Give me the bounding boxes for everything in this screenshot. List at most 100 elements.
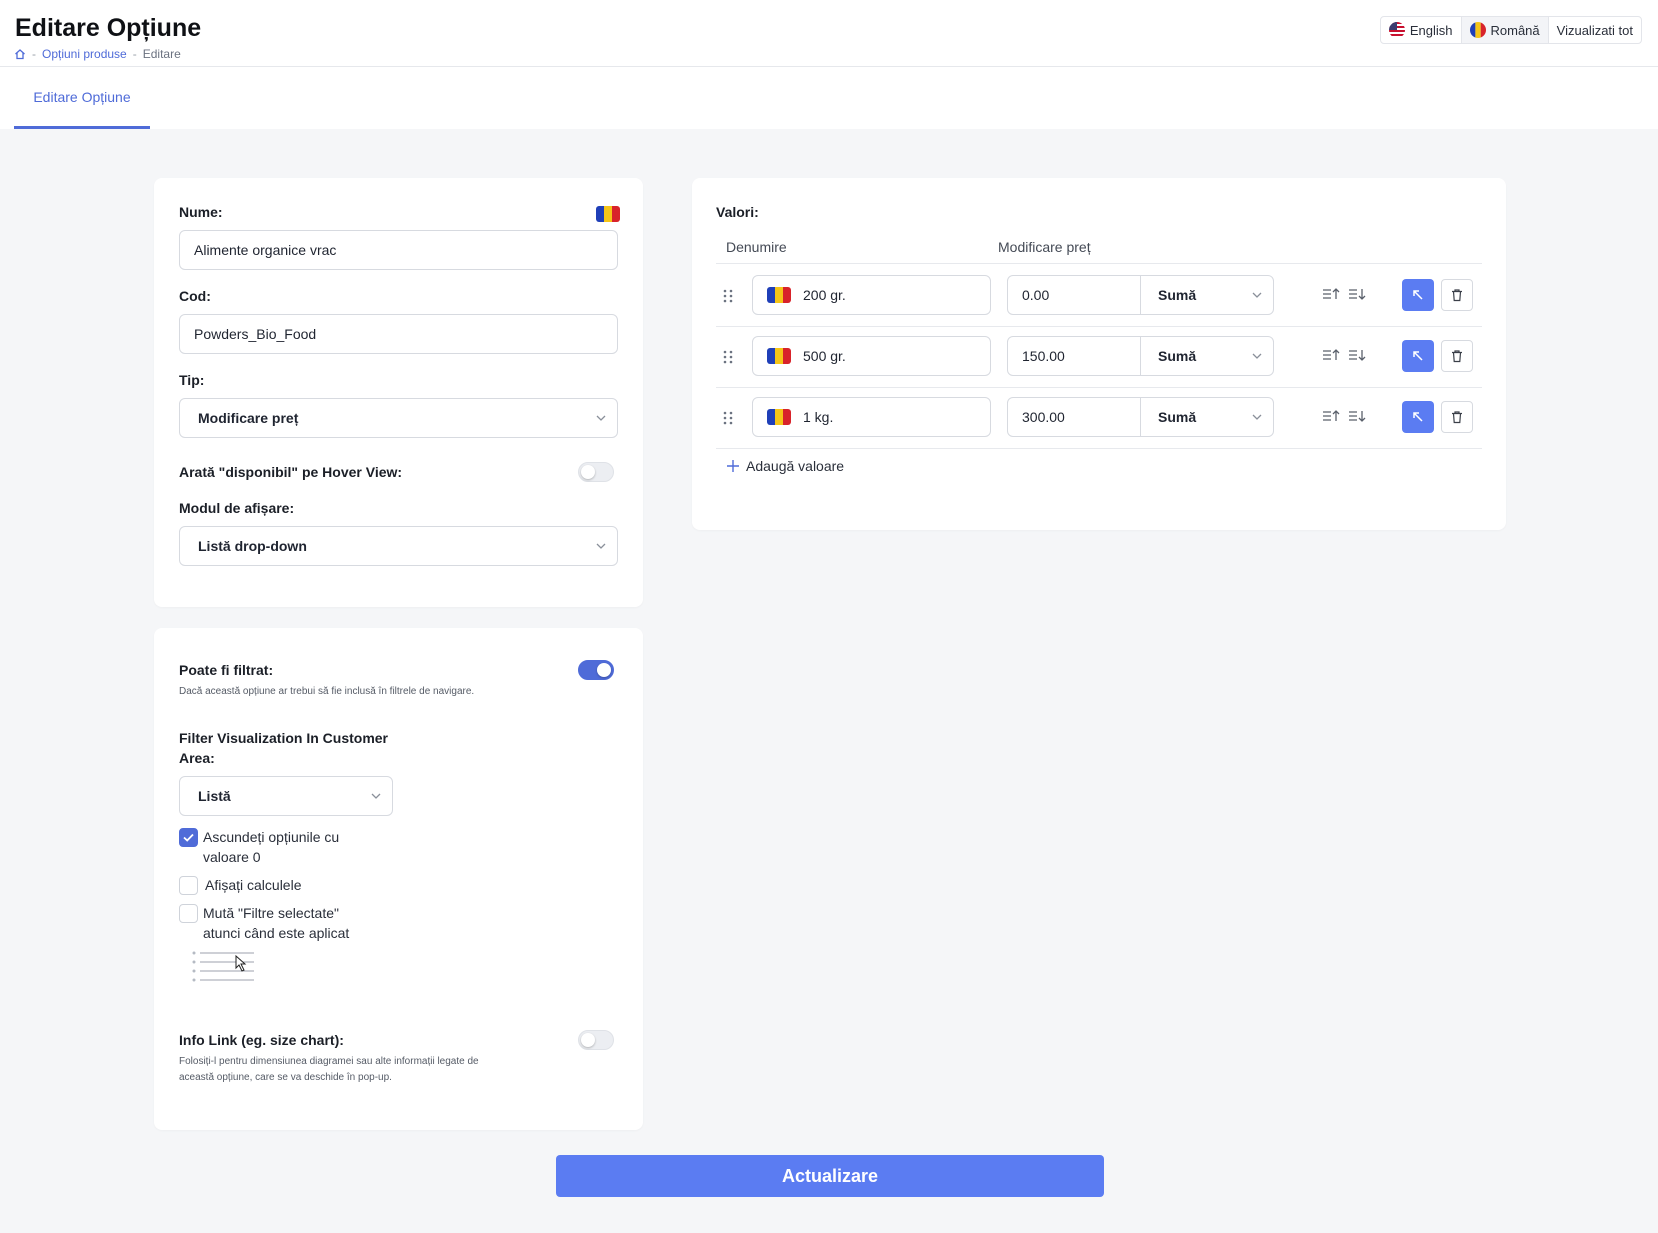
- delete-value-button[interactable]: [1441, 340, 1473, 372]
- filter-settings-card: Poate fi filtrat: Dacă această opțiune a…: [154, 628, 643, 1130]
- arrow-up-left-icon: [1413, 412, 1423, 422]
- sort-descending-icon[interactable]: [1348, 347, 1366, 363]
- trash-icon: [1452, 289, 1462, 302]
- sort-ascending-icon[interactable]: [1322, 347, 1340, 363]
- ro-flag-icon: [767, 287, 791, 303]
- ro-flag-icon[interactable]: [596, 206, 620, 222]
- filter-visualization-label-1: Filter Visualization In Customer: [179, 730, 389, 746]
- price-type-value: Sumă: [1158, 409, 1197, 425]
- chevron-down-icon: [596, 415, 606, 421]
- chevron-down-icon: [1252, 353, 1262, 359]
- divider: [716, 326, 1482, 327]
- column-price-header: Modificare preț: [998, 239, 1091, 255]
- values-title: Valori:: [716, 204, 759, 220]
- hide-zero-label-2: valoare 0: [203, 849, 261, 865]
- breadcrumb-options[interactable]: Opțiuni produse: [42, 47, 127, 61]
- value-name-input[interactable]: 1 kg.: [752, 397, 991, 437]
- info-link-help-2: această opțiune, care se va deschide în …: [179, 1072, 392, 1083]
- value-name-text: 200 gr.: [803, 287, 846, 303]
- ro-flag-icon: [1469, 22, 1486, 38]
- name-label: Nume:: [179, 204, 223, 220]
- value-name-input[interactable]: 200 gr.: [752, 275, 991, 315]
- top-bar: Editare Opțiune - Opțiuni produse - Edit…: [0, 0, 1658, 67]
- sort-ascending-icon[interactable]: [1322, 408, 1340, 424]
- value-name-text: 1 kg.: [803, 409, 834, 425]
- delete-value-button[interactable]: [1441, 401, 1473, 433]
- sort-descending-icon[interactable]: [1348, 408, 1366, 424]
- drag-handle-icon[interactable]: [723, 350, 733, 364]
- display-mode-value: Listă drop-down: [198, 538, 307, 554]
- lang-romana-button[interactable]: Română: [1461, 17, 1549, 43]
- move-value-button[interactable]: [1402, 279, 1434, 311]
- type-label: Tip:: [179, 372, 205, 388]
- code-input[interactable]: Powders_Bio_Food: [179, 314, 618, 354]
- chevron-down-icon: [596, 543, 606, 549]
- arrow-up-left-icon: [1413, 290, 1423, 300]
- home-icon[interactable]: [14, 48, 26, 60]
- price-amount-input[interactable]: 150.00: [1008, 337, 1141, 375]
- type-select[interactable]: Modificare preț: [179, 398, 618, 438]
- price-amount-input[interactable]: 300.00: [1008, 398, 1141, 436]
- show-calculations-checkbox[interactable]: [179, 876, 198, 895]
- filter-visualization-select[interactable]: Listă: [179, 776, 393, 816]
- add-value-label: Adaugă valoare: [746, 458, 845, 474]
- show-calculations-label: Afișați calculele: [205, 877, 302, 893]
- trash-icon: [1452, 411, 1462, 424]
- page-title: Editare Opțiune: [15, 14, 202, 42]
- filter-visualization-label-2: Area:: [179, 750, 215, 766]
- hide-zero-label-1: Ascundeți opțiunile cu: [203, 829, 340, 845]
- breadcrumb-separator: -: [32, 47, 36, 61]
- divider: [716, 263, 1482, 264]
- value-name-input[interactable]: 500 gr.: [752, 336, 991, 376]
- hover-view-label: Arată "disponibil" pe Hover View:: [179, 464, 403, 480]
- filterable-label: Poate fi filtrat:: [179, 662, 274, 678]
- filterable-toggle[interactable]: [578, 660, 614, 680]
- view-all-button[interactable]: Vizualizati tot: [1549, 17, 1641, 43]
- column-name-header: Denumire: [726, 239, 787, 255]
- lang-english-label: English: [1409, 22, 1453, 38]
- price-modifier-group: 0.00 Sumă: [1007, 275, 1274, 315]
- sort-ascending-icon[interactable]: [1322, 286, 1340, 302]
- info-link-toggle[interactable]: [578, 1030, 614, 1050]
- price-type-value: Sumă: [1158, 287, 1197, 303]
- check-icon: [183, 833, 194, 842]
- delete-value-button[interactable]: [1441, 279, 1473, 311]
- breadcrumb-current: Editare: [142, 47, 181, 61]
- update-button[interactable]: Actualizare: [556, 1155, 1104, 1197]
- type-select-value: Modificare preț: [198, 410, 299, 426]
- sort-descending-icon[interactable]: [1348, 286, 1366, 302]
- chevron-down-icon: [1252, 292, 1262, 298]
- hover-view-toggle[interactable]: [578, 462, 614, 482]
- lang-romana-label: Română: [1490, 22, 1540, 38]
- move-value-button[interactable]: [1402, 340, 1434, 372]
- name-input[interactable]: Alimente organice vrac: [179, 230, 618, 270]
- price-modifier-group: 300.00 Sumă: [1007, 397, 1274, 437]
- add-value-button[interactable]: Adaugă valoare: [726, 458, 844, 474]
- lang-english-button[interactable]: English: [1381, 17, 1462, 43]
- language-switcher: English Română Vizualizati tot: [1379, 16, 1642, 44]
- info-link-help-1: Folosiți-l pentru dimensiunea diagramei …: [179, 1056, 479, 1067]
- price-type-value: Sumă: [1158, 348, 1197, 364]
- price-type-select[interactable]: Sumă: [1141, 276, 1273, 314]
- ro-flag-icon: [767, 348, 791, 364]
- move-selected-filters-label-2: atunci când este aplicat: [203, 925, 350, 941]
- price-type-select[interactable]: Sumă: [1141, 337, 1273, 375]
- move-value-button[interactable]: [1402, 401, 1434, 433]
- filter-visualization-value: Listă: [198, 788, 231, 804]
- filterable-help: Dacă această opțiune ar trebui să fie in…: [179, 686, 475, 697]
- tab-edit-option[interactable]: Editare Opțiune: [14, 67, 150, 129]
- hide-zero-checkbox[interactable]: [179, 828, 198, 847]
- arrow-up-left-icon: [1413, 351, 1423, 361]
- move-selected-filters-checkbox[interactable]: [179, 904, 198, 923]
- us-flag-icon: [1388, 22, 1405, 38]
- display-mode-select[interactable]: Listă drop-down: [179, 526, 618, 566]
- breadcrumb: - Opțiuni produse - Editare: [14, 47, 181, 61]
- filter-list-preview-icon: [192, 951, 254, 982]
- drag-handle-icon[interactable]: [723, 289, 733, 303]
- value-name-text: 500 gr.: [803, 348, 846, 364]
- price-type-select[interactable]: Sumă: [1141, 398, 1273, 436]
- price-amount-input[interactable]: 0.00: [1008, 276, 1141, 314]
- plus-icon: [727, 460, 739, 472]
- option-details-card: Nume: Alimente organice vrac Cod: Powder…: [154, 178, 643, 607]
- drag-handle-icon[interactable]: [723, 411, 733, 425]
